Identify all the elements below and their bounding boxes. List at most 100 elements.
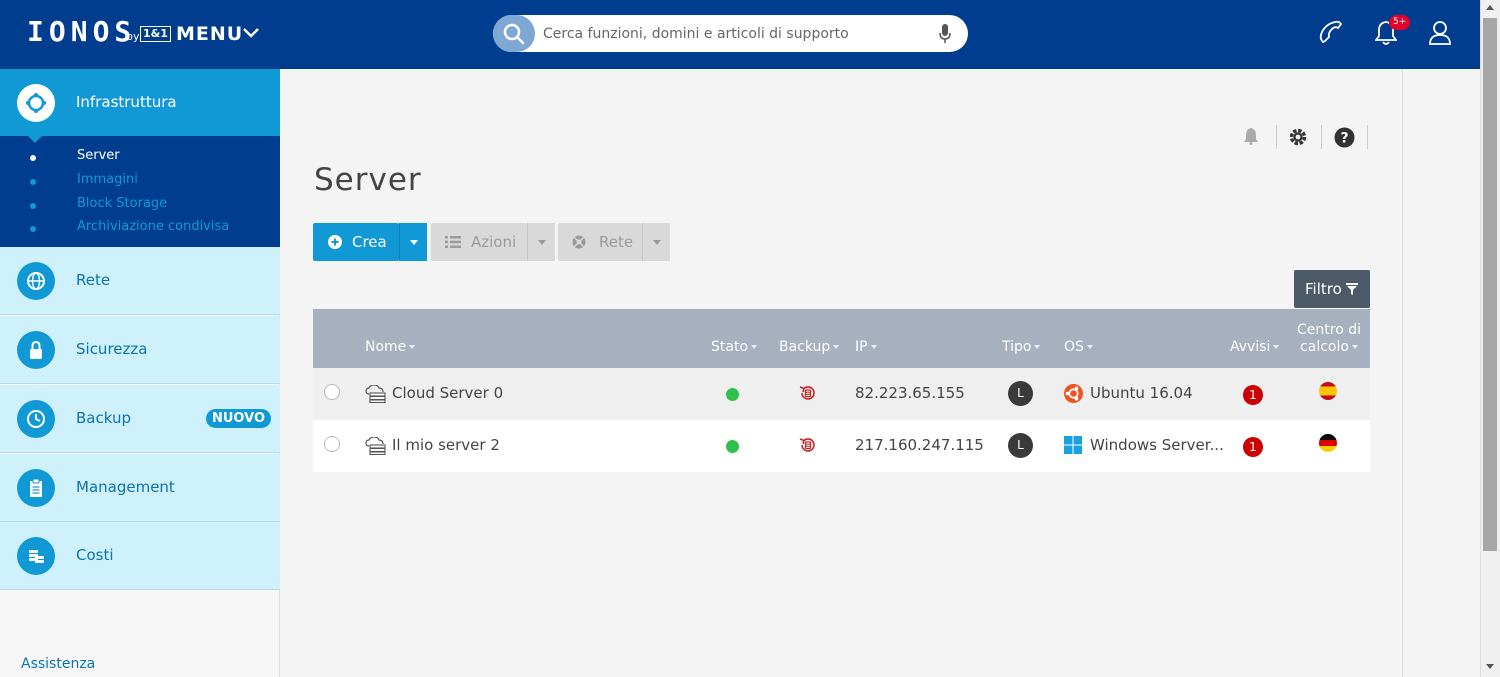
sidebar-item-infrastruttura[interactable]: Infrastruttura <box>0 69 280 136</box>
sidebar-item-management[interactable]: Management <box>0 454 280 522</box>
ionos-logo[interactable]: IONOS <box>27 15 136 48</box>
server-name[interactable]: Il mio server 2 <box>392 436 500 454</box>
phone-icon[interactable] <box>1319 20 1343 46</box>
new-badge: NUOVO <box>206 409 272 428</box>
column-header-label: Centro di <box>1297 322 1361 338</box>
column-header-type[interactable]: Tipo <box>1002 339 1041 355</box>
column-header-label: Nome <box>365 339 407 355</box>
server-os: Ubuntu 16.04 <box>1090 384 1193 402</box>
network-button[interactable]: Rete <box>558 223 642 261</box>
sidebar-item-label: Costi <box>76 546 114 564</box>
svg-text:?: ? <box>1340 131 1348 147</box>
search-input[interactable] <box>543 15 933 52</box>
column-header-alerts[interactable]: Avvisi <box>1230 339 1280 355</box>
logo-by-text: by <box>126 30 140 43</box>
table-row[interactable]: Il mio server 2 217.160.247.115 L Window… <box>313 420 1370 472</box>
server-name[interactable]: Cloud Server 0 <box>392 384 503 402</box>
subnav-bullet <box>30 179 36 185</box>
windows-icon <box>1064 436 1082 454</box>
page-title: Server <box>314 162 422 198</box>
bell-icon[interactable] <box>1243 127 1259 145</box>
network-icon <box>572 235 586 249</box>
column-header-label: Tipo <box>1002 339 1032 355</box>
filter-button[interactable]: Filtro <box>1294 270 1370 308</box>
column-header-label: Avvisi <box>1230 339 1271 355</box>
caret-down-icon <box>410 240 418 245</box>
cloud-server-icon <box>365 385 386 403</box>
scroll-up-arrow-icon[interactable] <box>1486 5 1494 10</box>
main-content: ? Server Crea Azioni Rete Filtro Nome St… <box>281 69 1402 677</box>
table-row[interactable]: Cloud Server 0 82.223.65.155 L Ubuntu 16… <box>313 368 1370 420</box>
column-header-label: Backup <box>779 339 831 355</box>
scroll-down-arrow-icon[interactable] <box>1486 664 1494 669</box>
right-rail <box>1402 69 1480 677</box>
sidebar-item-costi[interactable]: Costi <box>0 522 280 590</box>
active-pointer <box>28 136 42 143</box>
sidebar-item-backup[interactable]: Backup NUOVO <box>0 385 280 453</box>
actions-button[interactable]: Azioni <box>431 223 527 261</box>
subnav-item-archiviazione[interactable]: Archiviazione condivisa <box>77 219 229 234</box>
sidebar-item-label: Sicurezza <box>76 340 148 358</box>
column-header-ip[interactable]: IP <box>855 339 877 355</box>
subnav-item-server[interactable]: Server <box>77 148 120 163</box>
clipboard-icon <box>17 469 55 507</box>
search-button[interactable] <box>493 15 535 52</box>
column-header-status[interactable]: Stato <box>711 339 758 355</box>
create-dropdown-button[interactable] <box>399 223 427 261</box>
sidebar-item-rete[interactable]: Rete <box>0 247 280 315</box>
gear-icon[interactable] <box>1288 127 1308 147</box>
column-header-backup[interactable]: Backup <box>779 339 840 355</box>
actions-dropdown-button[interactable] <box>527 223 555 261</box>
server-type-badge: L <box>1008 433 1033 458</box>
caret-down-icon <box>653 240 661 245</box>
globe-icon <box>17 262 55 300</box>
column-header-name[interactable]: Nome <box>365 339 416 355</box>
chevron-down-icon[interactable] <box>242 27 260 39</box>
row-select-radio[interactable] <box>324 436 340 452</box>
cloud-server-icon <box>365 437 386 455</box>
sidebar-item-label: Management <box>76 478 175 496</box>
microphone-icon[interactable] <box>939 24 951 44</box>
menu-button[interactable]: MENU <box>176 23 243 45</box>
lock-icon <box>17 331 55 369</box>
search-icon <box>503 23 525 45</box>
search-bar <box>493 15 968 52</box>
column-header-os[interactable]: OS <box>1064 339 1093 355</box>
sort-icon <box>1351 345 1358 349</box>
table-header: Nome Stato Backup IP Tipo OS Avvisi Cent… <box>313 309 1370 368</box>
help-link[interactable]: Assistenza <box>21 656 95 672</box>
infrastructure-icon <box>17 84 55 122</box>
subnav-item-immagini[interactable]: Immagini <box>77 172 138 187</box>
sort-icon <box>1273 345 1280 349</box>
backup-icon[interactable] <box>799 384 817 402</box>
column-header-label: OS <box>1064 339 1084 355</box>
list-icon <box>445 236 461 248</box>
notification-badge: 5+ <box>1389 15 1411 30</box>
alert-count-badge[interactable]: 1 <box>1243 385 1263 405</box>
network-dropdown-button[interactable] <box>642 223 670 261</box>
actions-button-label: Azioni <box>471 233 517 251</box>
row-select-radio[interactable] <box>324 384 340 400</box>
scrollbar-thumb[interactable] <box>1483 18 1497 551</box>
user-icon[interactable] <box>1429 20 1451 46</box>
column-header-label: calcolo <box>1300 339 1349 355</box>
backup-icon[interactable] <box>799 436 817 454</box>
alert-count-badge[interactable]: 1 <box>1243 437 1263 457</box>
sidebar-item-sicurezza[interactable]: Sicurezza <box>0 316 280 384</box>
create-button-label: Crea <box>352 233 387 251</box>
subnav: Server Immagini Block Storage Archiviazi… <box>0 136 280 247</box>
status-indicator <box>726 440 739 453</box>
divider <box>1367 125 1368 149</box>
sidebar-item-label: Backup <box>76 409 131 427</box>
column-header-label: Stato <box>711 339 749 355</box>
sort-icon <box>1034 345 1041 349</box>
caret-down-icon <box>538 240 546 245</box>
column-header-datacenter[interactable]: Centro di calcolo <box>1297 322 1361 356</box>
germany-flag-icon <box>1319 434 1337 452</box>
network-button-label: Rete <box>599 233 634 251</box>
help-icon[interactable]: ? <box>1334 127 1355 148</box>
create-button[interactable]: Crea <box>313 223 399 261</box>
sidebar-item-label: Infrastruttura <box>76 93 177 111</box>
subnav-bullet <box>30 203 36 209</box>
subnav-item-block-storage[interactable]: Block Storage <box>77 196 167 211</box>
